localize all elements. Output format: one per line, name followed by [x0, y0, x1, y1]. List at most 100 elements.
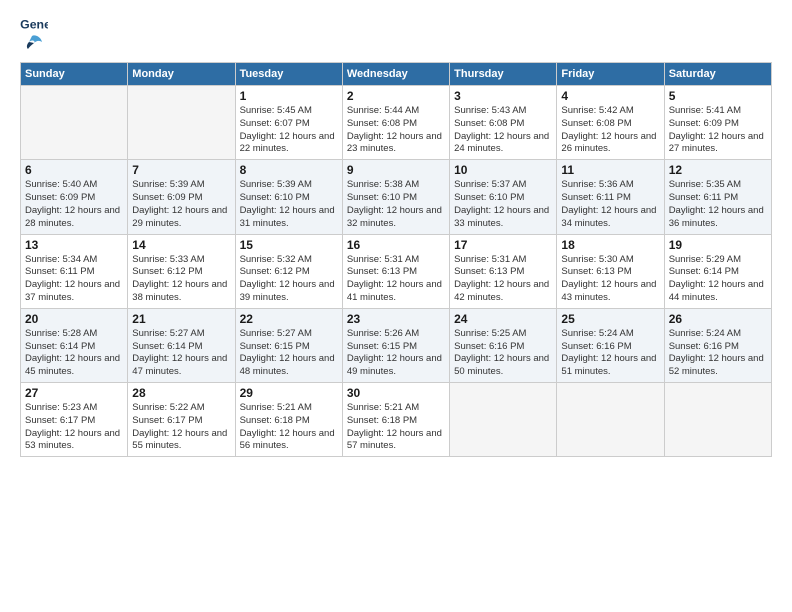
page: General SundayMondayTuesdayWednesdayThur…	[0, 0, 792, 612]
weekday-header-wednesday: Wednesday	[342, 63, 449, 86]
day-info: Sunrise: 5:38 AM Sunset: 6:10 PM Dayligh…	[347, 179, 445, 230]
calendar-cell: 22 Sunrise: 5:27 AM Sunset: 6:15 PM Dayli…	[235, 308, 342, 382]
calendar-table: SundayMondayTuesdayWednesdayThursdayFrid…	[20, 62, 772, 457]
day-info: Sunrise: 5:31 AM Sunset: 6:13 PM Dayligh…	[347, 254, 445, 305]
header: General	[20, 16, 772, 52]
calendar-cell: 27Sunrise: 5:23 AM Sunset: 6:17 PM Dayli…	[21, 383, 128, 457]
day-number: 23	[347, 312, 445, 326]
day-info: Sunrise: 5:26 AM Sunset: 6:15 PM Dayligh…	[347, 328, 445, 379]
week-row-1: 1 Sunrise: 5:45 AM Sunset: 6:07 PM Daylig…	[21, 86, 772, 160]
day-info: Sunrise: 5:24 AM Sunset: 6:16 PM Dayligh…	[669, 328, 767, 379]
day-number: 11	[561, 163, 659, 177]
svg-text:General: General	[20, 17, 48, 31]
day-number: 6	[25, 163, 123, 177]
day-info: Sunrise: 5:22 AM Sunset: 6:17 PM Dayligh…	[132, 402, 230, 453]
day-number: 2	[347, 89, 445, 103]
day-number: 16	[347, 238, 445, 252]
day-info: Sunrise: 5:27 AM Sunset: 6:15 PM Dayligh…	[240, 328, 338, 379]
day-info: Sunrise: 5:30 AM Sunset: 6:13 PM Dayligh…	[561, 254, 659, 305]
day-number: 5	[669, 89, 767, 103]
day-number: 17	[454, 238, 552, 252]
day-number: 1	[240, 89, 338, 103]
weekday-header-thursday: Thursday	[450, 63, 557, 86]
calendar-cell: 9 Sunrise: 5:38 AM Sunset: 6:10 PM Daylig…	[342, 160, 449, 234]
calendar-cell: 1 Sunrise: 5:45 AM Sunset: 6:07 PM Daylig…	[235, 86, 342, 160]
calendar-cell: 26 Sunrise: 5:24 AM Sunset: 6:16 PM Dayli…	[664, 308, 771, 382]
day-info: Sunrise: 5:39 AM Sunset: 6:10 PM Dayligh…	[240, 179, 338, 230]
day-number: 4	[561, 89, 659, 103]
calendar-cell: 23 Sunrise: 5:26 AM Sunset: 6:15 PM Dayli…	[342, 308, 449, 382]
logo: General	[20, 16, 48, 52]
calendar-cell: 7Sunrise: 5:39 AM Sunset: 6:09 PM Daylig…	[128, 160, 235, 234]
day-info: Sunrise: 5:24 AM Sunset: 6:16 PM Dayligh…	[561, 328, 659, 379]
day-info: Sunrise: 5:33 AM Sunset: 6:12 PM Dayligh…	[132, 254, 230, 305]
weekday-header-friday: Friday	[557, 63, 664, 86]
weekday-header-saturday: Saturday	[664, 63, 771, 86]
week-row-3: 13 Sunrise: 5:34 AM Sunset: 6:11 PM Dayli…	[21, 234, 772, 308]
day-number: 24	[454, 312, 552, 326]
calendar-cell: 19Sunrise: 5:29 AM Sunset: 6:14 PM Dayli…	[664, 234, 771, 308]
day-info: Sunrise: 5:37 AM Sunset: 6:10 PM Dayligh…	[454, 179, 552, 230]
calendar-cell: 20 Sunrise: 5:28 AM Sunset: 6:14 PM Dayli…	[21, 308, 128, 382]
calendar-cell: 18 Sunrise: 5:30 AM Sunset: 6:13 PM Dayli…	[557, 234, 664, 308]
day-number: 8	[240, 163, 338, 177]
day-info: Sunrise: 5:25 AM Sunset: 6:16 PM Dayligh…	[454, 328, 552, 379]
day-info: Sunrise: 5:42 AM Sunset: 6:08 PM Dayligh…	[561, 105, 659, 156]
weekday-header-sunday: Sunday	[21, 63, 128, 86]
day-info: Sunrise: 5:21 AM Sunset: 6:18 PM Dayligh…	[347, 402, 445, 453]
day-info: Sunrise: 5:31 AM Sunset: 6:13 PM Dayligh…	[454, 254, 552, 305]
calendar-cell: 25 Sunrise: 5:24 AM Sunset: 6:16 PM Dayli…	[557, 308, 664, 382]
calendar-cell	[664, 383, 771, 457]
calendar-cell	[450, 383, 557, 457]
logo-top: General	[20, 16, 48, 36]
calendar-cell: 2Sunrise: 5:44 AM Sunset: 6:08 PM Daylig…	[342, 86, 449, 160]
day-number: 20	[25, 312, 123, 326]
day-number: 19	[669, 238, 767, 252]
calendar-cell: 5 Sunrise: 5:41 AM Sunset: 6:09 PM Daylig…	[664, 86, 771, 160]
calendar-cell: 12 Sunrise: 5:35 AM Sunset: 6:11 PM Dayli…	[664, 160, 771, 234]
calendar-cell: 30Sunrise: 5:21 AM Sunset: 6:18 PM Dayli…	[342, 383, 449, 457]
calendar-cell: 6Sunrise: 5:40 AM Sunset: 6:09 PM Daylig…	[21, 160, 128, 234]
day-number: 15	[240, 238, 338, 252]
day-number: 22	[240, 312, 338, 326]
calendar-cell	[557, 383, 664, 457]
calendar-cell: 13 Sunrise: 5:34 AM Sunset: 6:11 PM Dayli…	[21, 234, 128, 308]
day-number: 26	[669, 312, 767, 326]
day-number: 18	[561, 238, 659, 252]
calendar-cell: 10 Sunrise: 5:37 AM Sunset: 6:10 PM Dayli…	[450, 160, 557, 234]
day-number: 12	[669, 163, 767, 177]
day-info: Sunrise: 5:36 AM Sunset: 6:11 PM Dayligh…	[561, 179, 659, 230]
calendar-cell: 4 Sunrise: 5:42 AM Sunset: 6:08 PM Daylig…	[557, 86, 664, 160]
day-info: Sunrise: 5:28 AM Sunset: 6:14 PM Dayligh…	[25, 328, 123, 379]
day-info: Sunrise: 5:43 AM Sunset: 6:08 PM Dayligh…	[454, 105, 552, 156]
day-info: Sunrise: 5:34 AM Sunset: 6:11 PM Dayligh…	[25, 254, 123, 305]
day-number: 21	[132, 312, 230, 326]
calendar-cell: 29Sunrise: 5:21 AM Sunset: 6:18 PM Dayli…	[235, 383, 342, 457]
day-info: Sunrise: 5:45 AM Sunset: 6:07 PM Dayligh…	[240, 105, 338, 156]
day-info: Sunrise: 5:39 AM Sunset: 6:09 PM Dayligh…	[132, 179, 230, 230]
weekday-header-monday: Monday	[128, 63, 235, 86]
day-info: Sunrise: 5:27 AM Sunset: 6:14 PM Dayligh…	[132, 328, 230, 379]
day-info: Sunrise: 5:35 AM Sunset: 6:11 PM Dayligh…	[669, 179, 767, 230]
calendar-cell: 21 Sunrise: 5:27 AM Sunset: 6:14 PM Dayli…	[128, 308, 235, 382]
calendar-cell: 8 Sunrise: 5:39 AM Sunset: 6:10 PM Daylig…	[235, 160, 342, 234]
weekday-header-row: SundayMondayTuesdayWednesdayThursdayFrid…	[21, 63, 772, 86]
day-info: Sunrise: 5:41 AM Sunset: 6:09 PM Dayligh…	[669, 105, 767, 156]
day-info: Sunrise: 5:21 AM Sunset: 6:18 PM Dayligh…	[240, 402, 338, 453]
calendar-cell: 16 Sunrise: 5:31 AM Sunset: 6:13 PM Dayli…	[342, 234, 449, 308]
logo-bird-icon	[21, 34, 43, 52]
day-number: 10	[454, 163, 552, 177]
logo-text-container	[20, 34, 44, 52]
week-row-4: 20 Sunrise: 5:28 AM Sunset: 6:14 PM Dayli…	[21, 308, 772, 382]
day-number: 27	[25, 386, 123, 400]
calendar-cell: 14Sunrise: 5:33 AM Sunset: 6:12 PM Dayli…	[128, 234, 235, 308]
day-number: 13	[25, 238, 123, 252]
calendar-cell: 17 Sunrise: 5:31 AM Sunset: 6:13 PM Dayli…	[450, 234, 557, 308]
day-number: 25	[561, 312, 659, 326]
calendar-cell	[128, 86, 235, 160]
weekday-header-tuesday: Tuesday	[235, 63, 342, 86]
calendar-cell: 24 Sunrise: 5:25 AM Sunset: 6:16 PM Dayli…	[450, 308, 557, 382]
day-number: 9	[347, 163, 445, 177]
day-number: 3	[454, 89, 552, 103]
week-row-5: 27Sunrise: 5:23 AM Sunset: 6:17 PM Dayli…	[21, 383, 772, 457]
